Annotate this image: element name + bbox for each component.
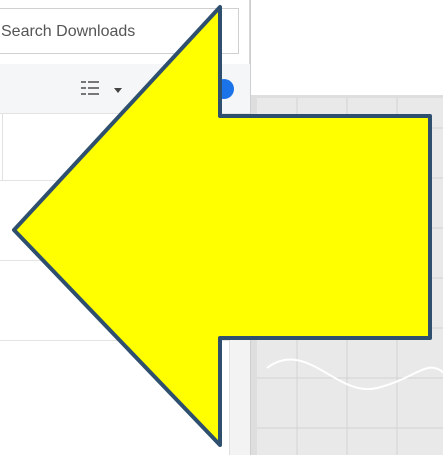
left-arrow-icon [12, 5, 432, 447]
